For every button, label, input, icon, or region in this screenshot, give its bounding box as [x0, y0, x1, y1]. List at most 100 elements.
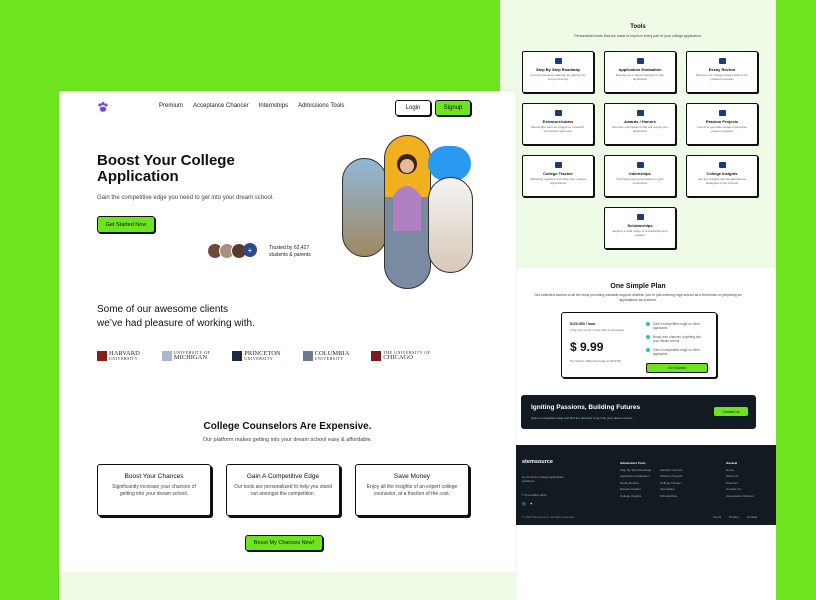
plan-counselor-note: (The cost of just 1 hour with a counselo…	[570, 328, 625, 332]
get-started-button[interactable]: Get Started Now	[97, 216, 155, 233]
tool-icon	[554, 110, 562, 116]
tool-card[interactable]: Extracurriculars Meaningful summer progra…	[522, 103, 594, 145]
footer: stemsource An AI-driven college applicat…	[508, 445, 776, 525]
plus-icon: +	[243, 243, 257, 257]
tool-title: Internships	[629, 171, 651, 176]
signup-button[interactable]: Signup	[435, 100, 471, 116]
plan-feature: Gain a competitive edge on other applica…	[646, 348, 706, 356]
footer-copyright: © 2023 Stemsource. All rights reserved.	[522, 515, 575, 519]
tool-icon	[554, 58, 562, 64]
tool-description: A comprehensive roadmap for getting into…	[530, 73, 586, 81]
plan-feature: Boost your chances of getting into your …	[646, 335, 706, 343]
footer-col-tools-2: Awards / Honors Passion Projects College…	[660, 467, 682, 500]
plan-get-started-button[interactable]: Get Started	[646, 363, 708, 373]
right-page-preview: Tools Personalized tools that are made t…	[500, 0, 776, 600]
footer-col-general: General Home About Us Premium Contact Us…	[726, 461, 754, 500]
footer-bottom-links: Terms Privacy Contact	[713, 515, 757, 519]
tool-card[interactable]: Passion Projects Use AI to generate uniqu…	[686, 103, 758, 145]
plan-counselor-cost: $120-500 / hour	[570, 322, 596, 326]
tool-title: College Tracker	[543, 171, 573, 176]
boost-chances-button[interactable]: Boost My Chances Now!	[245, 535, 323, 551]
benefit-card: Gain A Competitive Edge Our tools are per…	[226, 464, 340, 516]
tools-subtitle: Personalized tools that are made to impr…	[574, 34, 702, 38]
footer-col-tools: Admissions Tools Step By Step Roadmap Ap…	[620, 461, 652, 500]
shield-icon	[232, 351, 243, 361]
next-section-strip	[59, 572, 516, 600]
plan-feature: Gain a competitive edge on other applica…	[646, 322, 706, 330]
hero-subtitle: Gain the competitive edge you need to ge…	[97, 195, 274, 201]
tool-description: Get key insights into the admissions str…	[698, 177, 746, 185]
student-illustration	[393, 154, 421, 231]
check-icon	[646, 348, 650, 352]
terms-link[interactable]: Terms	[713, 515, 721, 519]
login-button[interactable]: Login	[395, 100, 431, 116]
nav-premium[interactable]: Premium	[159, 103, 183, 109]
avatar-group: +	[207, 243, 257, 259]
twitter-icon[interactable]: ✦	[530, 501, 533, 506]
nav-acceptance-chancer[interactable]: Acceptance Chancer	[193, 103, 249, 109]
student-photo	[384, 135, 431, 289]
main-nav: Premium Acceptance Chancer Internships A…	[159, 103, 344, 109]
tool-description: Explore a wide range of scholarships and…	[612, 229, 668, 237]
tool-card[interactable]: Internships Find high-paying internships …	[604, 155, 676, 197]
cta-subtitle: Gain a competitive edge and find the att…	[531, 416, 633, 420]
tool-icon	[554, 162, 562, 168]
tool-title: Awards / Honors	[624, 119, 656, 124]
tool-title: Essay Review	[708, 67, 736, 72]
chicago-logo: THE UNIVERSITY OF CHICAGO	[371, 351, 430, 361]
m-logo-icon	[161, 351, 172, 361]
tool-description: Review your college essays with an AI-po…	[696, 73, 748, 81]
tool-description: Efficiently organize and track your coll…	[530, 177, 586, 185]
footer-copyright-small: © PromoBox 2023	[522, 493, 547, 497]
harvard-logo: HARVARD UNIVERSITY	[97, 350, 140, 361]
tool-description: Use AI to generate unique impressive pas…	[697, 125, 747, 133]
tool-icon	[636, 110, 644, 116]
footer-link[interactable]: Scholarships	[660, 493, 682, 500]
tool-title: Passion Projects	[705, 119, 739, 124]
paw-logo-icon[interactable]	[97, 101, 109, 113]
shield-icon	[97, 351, 107, 361]
cta-title: Igniting Passions, Building Futures	[531, 404, 641, 411]
counselors-subtitle: Our platform makes getting into your dre…	[202, 437, 373, 443]
plan-card: $120-500 / hour (The cost of just 1 hour…	[561, 312, 717, 378]
tool-description: Receive an in-depth analysis of your app…	[615, 73, 665, 81]
tool-title: Scholarships	[627, 223, 653, 228]
campus-photo	[342, 158, 387, 257]
privacy-link[interactable]: Privacy	[729, 515, 739, 519]
tool-card[interactable]: College Tracker Efficiently organize and …	[522, 155, 594, 197]
tool-description: Discover competitions that will propel y…	[611, 125, 669, 133]
footer-link[interactable]: Acceptance Chancer	[726, 493, 754, 500]
tool-description: Meaningful summer programs, research, in…	[530, 125, 586, 133]
plan-billing-note: Per Month / Billed Annually at $119.88	[570, 359, 621, 363]
instagram-icon[interactable]: ◎	[522, 501, 526, 506]
tools-title: Tools	[630, 24, 646, 30]
tool-icon	[718, 162, 726, 168]
tool-card[interactable]: Essay Review Review your college essays w…	[686, 51, 758, 93]
tool-card[interactable]: Awards / Honors Discover competitions tha…	[604, 103, 676, 145]
plan-price: $ 9.99	[570, 340, 604, 354]
nav-admissions-tools[interactable]: Admissions Tools	[298, 103, 344, 109]
blue-circle-decoration	[428, 146, 471, 181]
footer-description: An AI-driven college application guidanc…	[522, 475, 564, 483]
counselors-title: College Counselors Are Expensive.	[203, 421, 372, 432]
tool-card[interactable]: Application Evaluation Receive an in-dept…	[604, 51, 676, 93]
nav-internships[interactable]: Internships	[259, 103, 288, 109]
columbia-logo: COLUMBIA UNIVERSITY	[302, 350, 349, 361]
tool-title: Extracurriculars	[542, 119, 574, 124]
footer-link[interactable]: Passion Projects	[660, 473, 682, 480]
tool-card[interactable]: College Insights Get key insights into th…	[686, 155, 758, 197]
tool-card[interactable]: Step By Step Roadmap A comprehensive road…	[522, 51, 594, 93]
check-icon	[646, 335, 650, 339]
tool-card[interactable]: Scholarships Explore a wide range of scho…	[604, 207, 676, 249]
michigan-logo: UNIVERSITY OF MICHIGAN	[161, 351, 210, 361]
contact-us-button[interactable]: Contact Us	[714, 407, 748, 416]
benefit-card: Boost Your Chances Significantly increase…	[97, 464, 211, 516]
trusted-count: Trusted by 62,427 students & parents	[269, 245, 311, 258]
green-background-right	[776, 0, 816, 600]
footer-link[interactable]: College Insights	[620, 493, 651, 500]
writing-photo	[428, 177, 473, 273]
tool-title: Step By Step Roadmap	[535, 67, 580, 72]
contact-link[interactable]: Contact	[747, 515, 757, 519]
plan-title: One Simple Plan	[610, 283, 666, 290]
footer-link[interactable]: Application Evaluation	[620, 473, 651, 480]
